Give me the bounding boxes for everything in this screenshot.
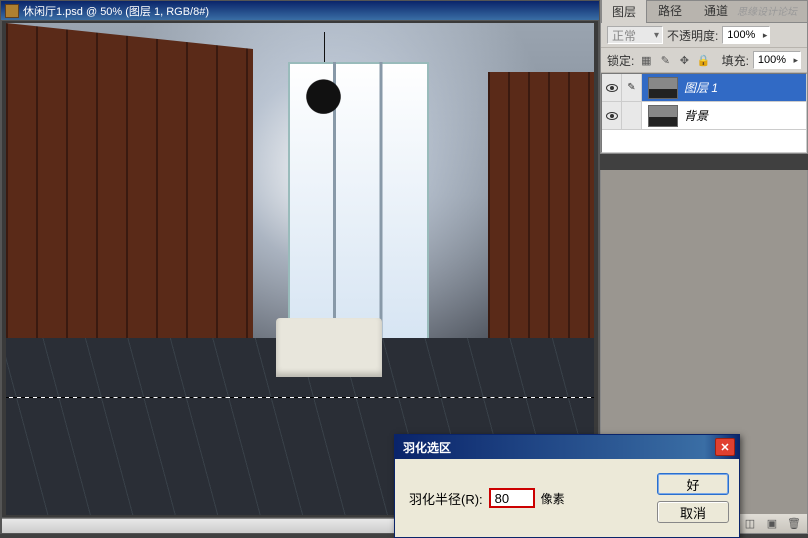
radius-label: 羽化半径(R):: [409, 489, 483, 508]
opacity-label: 不透明度:: [667, 27, 718, 44]
document-icon: [5, 4, 19, 18]
layer-name: 背景: [684, 107, 708, 124]
close-icon[interactable]: ✕: [715, 438, 735, 456]
new-group-icon[interactable]: ◫: [743, 517, 757, 531]
dialog-title: 羽化选区: [399, 439, 715, 456]
layer-item[interactable]: 背景: [602, 102, 806, 130]
trash-icon[interactable]: 🗑: [787, 517, 801, 531]
panel-tabs: 图层 路径 通道: [601, 1, 807, 23]
dialog-buttons: 好 取消: [657, 473, 729, 523]
dialog-fields: 羽化半径(R): 80 像素: [409, 473, 645, 523]
lock-position-icon[interactable]: ✥: [676, 52, 692, 68]
feather-radius-input[interactable]: 80: [489, 488, 535, 508]
link-toggle[interactable]: ✎: [622, 74, 642, 101]
document-titlebar[interactable]: 休闲厅1.psd @ 50% (图层 1, RGB/8#): [1, 1, 599, 21]
document-title: 休闲厅1.psd @ 50% (图层 1, RGB/8#): [23, 3, 595, 19]
tab-paths[interactable]: 路径: [647, 0, 693, 22]
lock-fill-row: 锁定: ▦ ✎ ✥ 🔒 填充: 100%: [601, 48, 807, 73]
tab-channels[interactable]: 通道: [693, 0, 739, 22]
dialog-body: 羽化半径(R): 80 像素 好 取消: [395, 459, 739, 537]
eye-icon: [606, 112, 618, 120]
feather-dialog: 羽化选区 ✕ 羽化半径(R): 80 像素 好 取消: [394, 434, 740, 538]
marquee-selection: [6, 397, 594, 398]
eye-icon: [606, 84, 618, 92]
layer-thumbnail: [648, 77, 678, 99]
blend-opacity-row: 正常 不透明度: 100%: [601, 23, 807, 48]
visibility-toggle[interactable]: [602, 74, 622, 101]
blend-mode-dropdown[interactable]: 正常: [607, 26, 663, 44]
lock-icons: ▦ ✎ ✥ 🔒: [638, 52, 711, 68]
tab-layers[interactable]: 图层: [601, 0, 647, 23]
opacity-input[interactable]: 100%: [722, 26, 770, 44]
ok-button[interactable]: 好: [657, 473, 729, 495]
dialog-titlebar[interactable]: 羽化选区 ✕: [395, 435, 739, 459]
radius-unit: 像素: [541, 490, 565, 507]
layer-item[interactable]: ✎ 图层 1: [602, 74, 806, 102]
layers-panel: 思缘设计论坛 图层 路径 通道 正常 不透明度: 100% 锁定: ▦ ✎ ✥ …: [600, 0, 808, 154]
visibility-toggle[interactable]: [602, 102, 622, 129]
layer-thumbnail: [648, 105, 678, 127]
new-layer-icon[interactable]: ▣: [765, 517, 779, 531]
lock-pixels-icon[interactable]: ✎: [657, 52, 673, 68]
layer-name: 图层 1: [684, 79, 718, 96]
brush-icon: ✎: [627, 82, 635, 93]
fill-input[interactable]: 100%: [753, 51, 801, 69]
link-toggle[interactable]: [622, 102, 642, 129]
cancel-button[interactable]: 取消: [657, 501, 729, 523]
lock-transparency-icon[interactable]: ▦: [638, 52, 654, 68]
lock-all-icon[interactable]: 🔒: [695, 52, 711, 68]
lock-label: 锁定:: [607, 52, 634, 69]
layer-list: ✎ 图层 1 背景: [601, 73, 807, 153]
fill-label: 填充:: [722, 52, 749, 69]
